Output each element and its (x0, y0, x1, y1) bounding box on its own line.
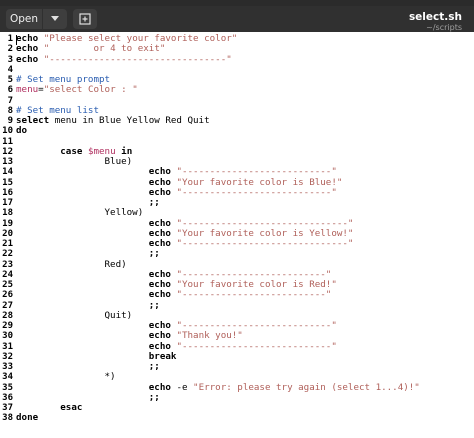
line-number: 29 (2, 321, 13, 331)
line-number: 1 (7, 34, 13, 44)
line-number: 25 (2, 280, 13, 290)
line-number: 18 (2, 208, 13, 219)
line-number: 35 (2, 382, 13, 393)
line-number: 8 (7, 105, 13, 116)
code-token: "--------------------------" (176, 289, 332, 301)
code-token: menu in Blue Yellow Red Quit (49, 115, 210, 126)
line-number: 2 (7, 44, 13, 55)
code-token: "------------------------------" (176, 238, 354, 249)
new-tab-button[interactable] (73, 9, 97, 29)
code-token: do (16, 125, 28, 137)
line-number: 26 (2, 290, 13, 301)
line-number: 9 (7, 116, 13, 126)
line-number: 12 (2, 146, 13, 157)
code-token: "select Color : " (43, 84, 138, 96)
code-token: ;; (148, 197, 160, 208)
code-line: 10 do (0, 126, 474, 137)
window-title-box: select.sh ~/scripts (409, 11, 462, 33)
code-text: done (16, 413, 38, 423)
line-number: 7 (7, 95, 13, 106)
code-token: done (16, 412, 39, 424)
code-text: menu="select Color : " (16, 85, 138, 95)
line-number: 30 (2, 331, 13, 342)
code-token: -e (170, 381, 194, 393)
code-token: "---------------------------" (176, 340, 337, 352)
line-number: 23 (2, 259, 13, 270)
line-number: 31 (2, 341, 13, 352)
code-line: 6 menu="select Color : " (0, 85, 474, 96)
line-number: 32 (2, 351, 13, 362)
line-number: 6 (7, 85, 13, 96)
line-number: 33 (2, 362, 13, 372)
code-token: ;; (148, 248, 160, 260)
code-token: echo (16, 53, 39, 65)
line-number: 24 (2, 269, 13, 280)
code-token: "Error: please try again (select 1...4)!… (193, 381, 420, 393)
open-menu-button[interactable] (43, 9, 67, 29)
code-token: "--------------------------------" (43, 53, 232, 65)
line-number: 14 (2, 167, 13, 178)
open-button[interactable]: Open (6, 9, 42, 29)
open-button-label: Open (9, 13, 39, 25)
line-number: 10 (2, 126, 13, 137)
new-document-icon (79, 13, 91, 25)
line-number: 11 (2, 136, 13, 147)
code-token: ;; (148, 299, 160, 311)
code-text: echo "--------------------------------" (16, 53, 232, 65)
line-number: 19 (2, 218, 13, 229)
line-number: 13 (2, 157, 13, 167)
code-editor[interactable]: 1 echo "Please select your favorite color… (0, 32, 474, 438)
line-number: 20 (2, 228, 13, 239)
line-number: 17 (2, 198, 13, 208)
code-token: menu (16, 84, 39, 96)
chevron-down-icon (51, 16, 59, 21)
code-line: 37 esac (0, 402, 474, 413)
code-token: "---------------------------" (176, 186, 337, 198)
code-line: 38 done (0, 413, 474, 424)
line-number: 22 (2, 249, 13, 260)
window-title: select.sh (408, 11, 462, 23)
code-line: 9 select menu in Blue Yellow Red Quit (0, 115, 474, 126)
header-bar: Open select.sh ~/scripts (0, 6, 474, 32)
line-number: 27 (2, 300, 13, 311)
line-number: 5 (7, 75, 13, 85)
code-text: select menu in Blue Yellow Red Quit (16, 115, 210, 126)
line-number: 16 (2, 187, 13, 198)
code-token: ;; (148, 361, 160, 372)
line-number: 37 (2, 403, 13, 413)
line-number: 4 (7, 64, 13, 75)
code-token: ;; (148, 391, 160, 403)
code-text: do (16, 126, 27, 136)
line-number: 28 (2, 310, 13, 321)
line-number: 38 (2, 413, 13, 424)
line-number: 36 (2, 392, 13, 403)
code-line: 3 echo "--------------------------------" (0, 53, 474, 65)
line-number: 21 (2, 239, 13, 249)
code-token: esac (60, 402, 83, 413)
line-number: 15 (2, 177, 13, 188)
line-number: 3 (7, 54, 13, 65)
line-number: 34 (2, 372, 13, 383)
